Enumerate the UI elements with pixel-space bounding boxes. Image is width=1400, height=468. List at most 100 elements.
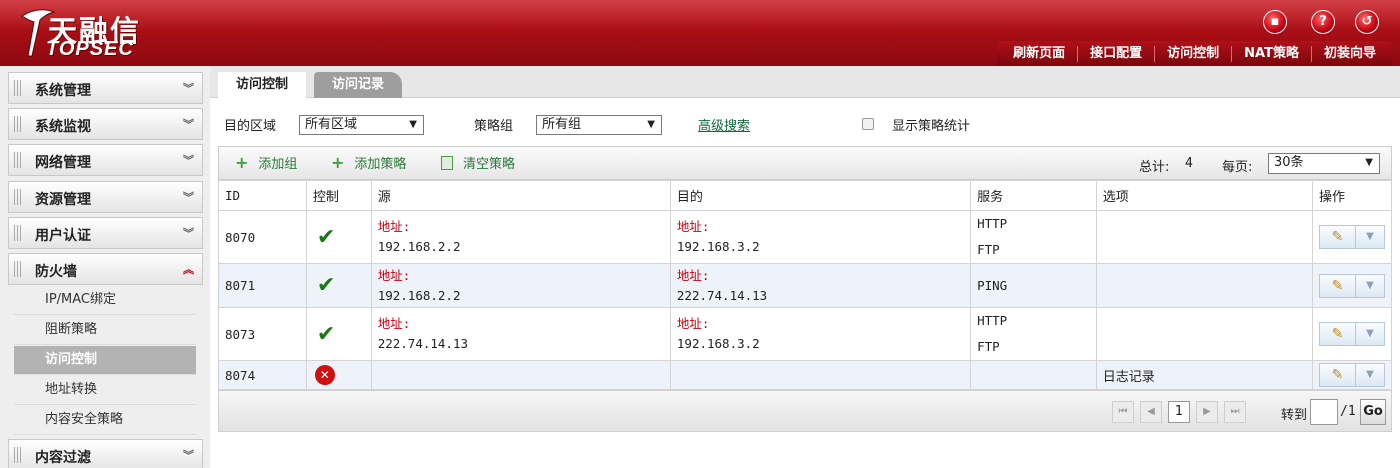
submenu-access-control[interactable]: 访问控制 [14, 346, 196, 375]
next-page-icon[interactable]: ▶ [1196, 401, 1218, 423]
zone-select-value: 所有区域 [305, 117, 358, 132]
prev-page-icon[interactable]: ◀ [1140, 401, 1162, 423]
table-row[interactable]: 8071 ✔ 地址: 192.168.2.2 地址: 222.74.14.13 PI… [218, 263, 1393, 308]
menu-network-management[interactable]: 网络管理 ︾ [8, 144, 203, 176]
nav-refresh-page[interactable]: 刷新页面 [1001, 46, 1077, 62]
grip-icon [14, 116, 21, 132]
cell-actions: ✎ ▼ [1311, 360, 1393, 390]
menu-content-filter[interactable]: 内容过滤 ︾ [8, 439, 203, 468]
per-page-label: 每页: [1222, 160, 1253, 175]
chevron-down-icon[interactable]: ▼ [1356, 275, 1384, 297]
destination-address: 222.74.14.13 [676, 287, 768, 303]
cell-actions: ✎ ▼ [1311, 210, 1393, 264]
chevron-down-icon[interactable]: ▼ [1356, 226, 1384, 248]
menu-resource-management[interactable]: 资源管理 ︾ [8, 181, 203, 213]
clear-policy-label: 清空策略 [463, 157, 516, 172]
tab-access-log[interactable]: 访问记录 [314, 72, 403, 98]
source-address: 192.168.2.2 [377, 287, 461, 303]
menu-label: 防火墙 [35, 264, 77, 280]
tab-access-control[interactable]: 访问控制 [218, 72, 307, 98]
zone-select[interactable]: 所有区域 ▼ [299, 115, 424, 135]
menu-label: 系统监视 [35, 119, 91, 135]
menu-system-monitor[interactable]: 系统监视 ︾ [8, 108, 203, 140]
menu-firewall[interactable]: 防火墙 ︽ [8, 253, 203, 285]
help-icon[interactable]: ? [1311, 10, 1335, 34]
cell-destination: 地址: 192.168.3.2 [669, 307, 972, 361]
chevron-down-icon: ︾ [183, 191, 194, 204]
destination-address: 192.168.3.2 [676, 239, 760, 254]
dropdown-arrow-icon: ▼ [647, 119, 655, 130]
menu-label: 资源管理 [35, 192, 91, 208]
zone-label: 目的区域 [224, 119, 277, 134]
chevron-down-icon: ︾ [183, 449, 194, 462]
menu-system-management[interactable]: 系统管理 ︾ [8, 72, 203, 104]
policy-table: ID 控制 源 目的 服务 选项 操作 8070 ✔ 地址: 192.168.2.… [218, 180, 1393, 390]
last-page-icon[interactable]: ⏭ [1224, 401, 1246, 423]
nav-setup-wizard[interactable]: 初装向导 [1310, 45, 1388, 62]
destination-address: 192.168.3.2 [676, 336, 760, 351]
edit-button[interactable]: ✎ ▼ [1318, 322, 1385, 346]
grip-icon [14, 447, 21, 463]
table-row[interactable]: 8074 ✕ 日志记录 ✎ ▼ [218, 360, 1393, 390]
edit-button[interactable]: ✎ ▼ [1318, 363, 1385, 387]
col-options[interactable]: 选项 [1095, 180, 1313, 211]
col-control[interactable]: 控制 [305, 180, 372, 211]
add-group-label: 添加组 [258, 157, 298, 172]
page-number-input[interactable]: 1 [1168, 401, 1190, 423]
cell-actions: ✎ ▼ [1311, 263, 1393, 308]
submenu-address-translation[interactable]: 地址转换 [14, 376, 196, 405]
goto-page-input[interactable] [1310, 399, 1338, 425]
trash-icon [441, 156, 453, 170]
top-header: 天融信 TOPSEC ▪ ? ↺ 刷新页面 接口配置 访问控制 NAT策略 初装… [0, 0, 1400, 66]
edit-button[interactable]: ✎ ▼ [1318, 225, 1385, 249]
col-source[interactable]: 源 [370, 180, 671, 211]
add-policy-button[interactable]: + 添加策略 [331, 153, 406, 172]
cell-options [1095, 210, 1313, 264]
address-label: 地址: [377, 219, 411, 234]
top-nav: 刷新页面 接口配置 访问控制 NAT策略 初装向导 [997, 41, 1392, 66]
nav-access-control[interactable]: 访问控制 [1154, 45, 1231, 62]
menu-label: 系统管理 [35, 83, 91, 99]
chevron-down-icon: ︾ [183, 227, 194, 240]
edit-button[interactable]: ✎ ▼ [1318, 273, 1385, 298]
submenu-content-security[interactable]: 内容安全策略 [14, 406, 196, 435]
cell-destination: 地址: 222.74.14.13 [669, 263, 972, 308]
dropdown-arrow-icon: ▼ [409, 119, 417, 130]
per-page-select[interactable]: 30条 ▼ [1268, 153, 1380, 174]
table-row[interactable]: 8070 ✔ 地址: 192.168.2.2 地址: 192.168.3.2 HTT… [218, 210, 1393, 264]
grip-icon [14, 152, 21, 168]
col-id[interactable]: ID [218, 180, 307, 211]
submenu-block-policy[interactable]: 阻断策略 [14, 316, 196, 345]
col-service[interactable]: 服务 [970, 180, 1097, 211]
go-button[interactable]: Go [1360, 399, 1386, 425]
clear-policy-button[interactable]: 清空策略 [441, 153, 515, 172]
nav-nat-policy[interactable]: NAT策略 [1231, 45, 1311, 62]
first-page-icon[interactable]: ⏮ [1112, 401, 1134, 423]
cell-service: PING [970, 263, 1097, 308]
show-stats-checkbox[interactable] [862, 118, 874, 130]
address-label: 地址: [676, 267, 710, 283]
chevron-down-icon[interactable]: ▼ [1356, 323, 1384, 345]
service-item: FTP [977, 242, 1000, 257]
advanced-search-link[interactable]: 高级搜索 [698, 115, 750, 134]
cell-source: 地址: 192.168.2.2 [370, 210, 671, 264]
add-group-button[interactable]: + 添加组 [235, 153, 297, 172]
cell-id: 8073 [218, 307, 307, 361]
menu-label: 用户认证 [35, 228, 91, 244]
group-select[interactable]: 所有组 ▼ [536, 115, 662, 135]
address-label: 地址: [676, 219, 710, 234]
total-label: 总计: [1139, 160, 1170, 175]
dropdown-arrow-icon: ▼ [1365, 157, 1373, 168]
chevron-down-icon[interactable]: ▼ [1356, 364, 1384, 386]
logout-icon[interactable]: ↺ [1355, 10, 1379, 34]
table-row[interactable]: 8073 ✔ 地址: 222.74.14.13 地址: 192.168.3.2 HT… [218, 307, 1393, 361]
submenu-ip-mac-binding[interactable]: IP/MAC绑定 [14, 286, 196, 315]
chevron-down-icon: ︾ [183, 118, 194, 131]
nav-interface-config[interactable]: 接口配置 [1077, 45, 1154, 62]
menu-user-auth[interactable]: 用户认证 ︾ [8, 217, 203, 249]
save-icon[interactable]: ▪ [1263, 10, 1287, 34]
col-destination[interactable]: 目的 [669, 180, 972, 211]
grip-icon [14, 261, 21, 277]
source-address: 222.74.14.13 [377, 336, 468, 351]
chevron-up-icon: ︽ [183, 263, 194, 276]
